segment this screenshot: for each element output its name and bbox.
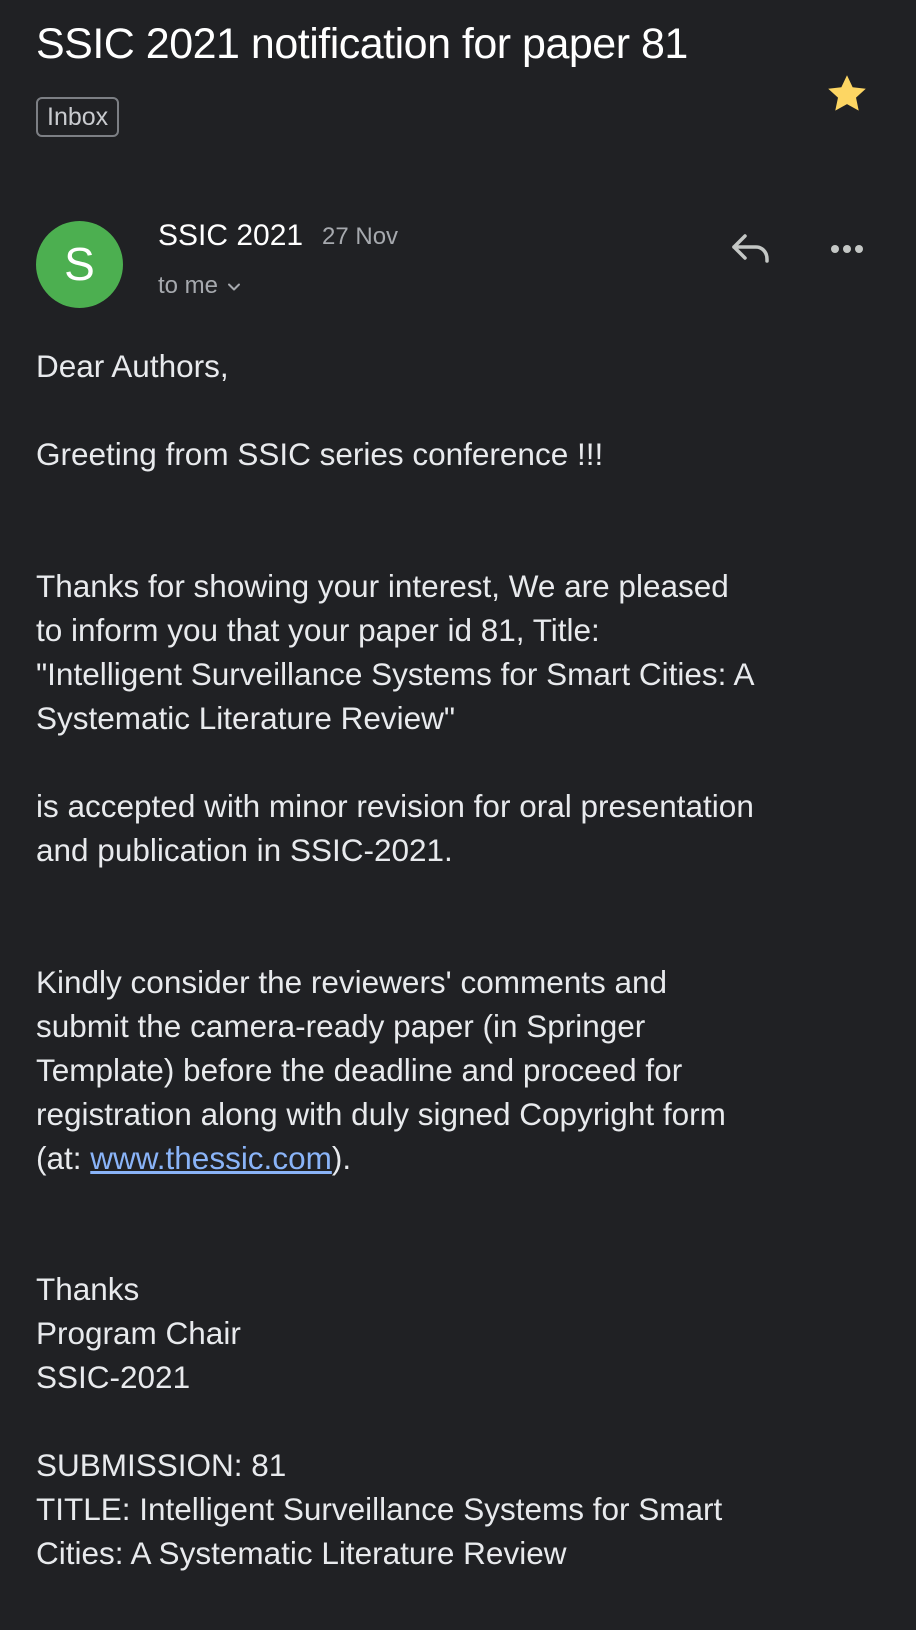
paragraph-1-line: Systematic Literature Review" — [36, 700, 456, 736]
recipients-label: to me — [158, 272, 219, 299]
submission-line: SUBMISSION: 81 — [36, 1447, 287, 1483]
paragraph-2-line: and publication in SSIC-2021. — [36, 832, 453, 868]
greeting: Dear Authors, — [36, 348, 229, 384]
greeting-line: Greeting from SSIC series conference !!! — [36, 436, 604, 472]
submission-info: SUBMISSION: 81 TITLE: Intelligent Survei… — [36, 1443, 886, 1575]
sender-name: SSIC 2021 — [158, 219, 304, 252]
paragraph-3-line: submit the camera-ready paper (in Spring… — [36, 1008, 646, 1044]
sent-date: 27 Nov — [322, 223, 399, 250]
paragraph-3-last-line: (at: www.thessic.com). — [36, 1136, 886, 1180]
more-options-icon — [831, 245, 863, 253]
star-button[interactable] — [824, 71, 870, 117]
website-link[interactable]: www.thessic.com — [90, 1140, 332, 1176]
link-prefix: (at: — [36, 1140, 91, 1176]
reply-button[interactable] — [728, 226, 774, 272]
sender-avatar: S — [36, 221, 123, 308]
inbox-label-chip[interactable]: Inbox — [36, 97, 120, 137]
signoff-line: Program Chair — [36, 1315, 241, 1351]
paragraph-3: Kindly consider the reviewers' comments … — [36, 960, 886, 1180]
star-icon — [828, 75, 866, 111]
recipients-toggle[interactable]: to me — [158, 268, 242, 304]
paragraph-1-line: to inform you that your paper id 81, Tit… — [36, 612, 600, 648]
signoff-line: SSIC-2021 — [36, 1359, 191, 1395]
signoff: Thanks Program Chair SSIC-2021 — [36, 1267, 886, 1399]
submission-line: TITLE: Intelligent Surveillance Systems … — [36, 1491, 723, 1527]
paragraph-2: is accepted with minor revision for oral… — [36, 784, 886, 872]
paragraph-2-line: is accepted with minor revision for oral… — [36, 788, 754, 824]
submission-line: Cities: A Systematic Literature Review — [36, 1535, 567, 1571]
more-options-button[interactable] — [824, 226, 870, 272]
paragraph-3-line: registration along with duly signed Copy… — [36, 1096, 726, 1132]
paragraph-1-line: Thanks for showing your interest, We are… — [36, 568, 729, 604]
signoff-line: Thanks — [36, 1271, 140, 1307]
paragraph-3-line: Kindly consider the reviewers' comments … — [36, 964, 668, 1000]
paragraph-3-line: Template) before the deadline and procee… — [36, 1052, 683, 1088]
link-suffix: ). — [331, 1140, 352, 1176]
paragraph-1: Thanks for showing your interest, We are… — [36, 564, 886, 740]
reply-icon — [732, 234, 769, 263]
paragraph-1-line: "Intelligent Surveillance Systems for Sm… — [36, 656, 755, 692]
email-subject: SSIC 2021 notification for paper 81 — [36, 20, 688, 68]
chevron-down-icon — [228, 283, 241, 291]
